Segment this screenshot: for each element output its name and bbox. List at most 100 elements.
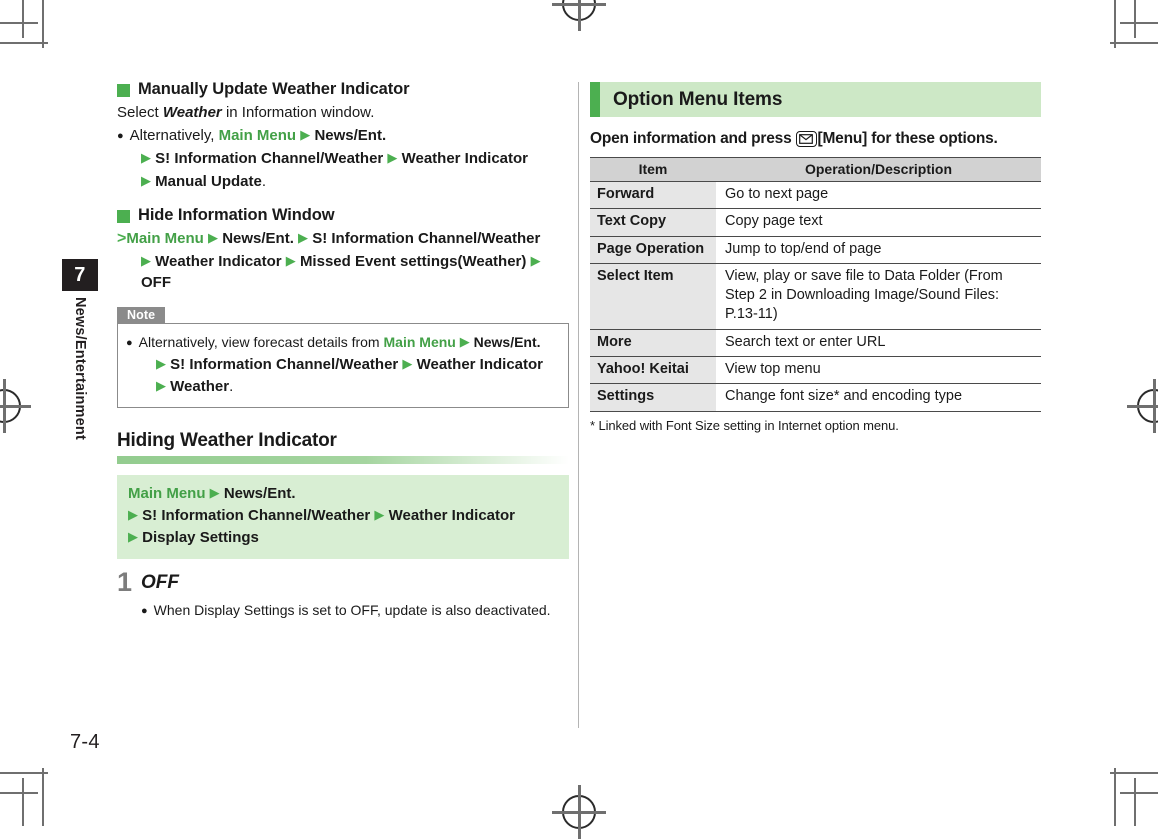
path-main-menu: Main Menu [218, 127, 297, 145]
path-step-5: Manual Update [155, 172, 262, 190]
crop-mark-top-left [0, 0, 120, 120]
section-hide-information-window: Hide Information Window >Main Menu ▶ New… [117, 206, 569, 295]
triangle-icon: ▶ [298, 229, 309, 245]
triangle-icon: ▶ [156, 378, 166, 394]
path-step-4: Weather Indicator [388, 506, 516, 524]
path-line-1: Main Menu ▶ News/Ent. [128, 483, 558, 505]
path-line-2: ▶ Weather Indicator ▶ Missed Event setti… [141, 251, 569, 295]
table-cell-item: More [590, 329, 716, 357]
section-manually-update-weather-indicator: Manually Update Weather Indicator Select… [117, 80, 569, 193]
gt-marker-icon: > [117, 229, 127, 247]
path-period: . [261, 172, 267, 190]
panel-intro-pre: Open information and press [590, 130, 792, 147]
triangle-icon: ▶ [128, 506, 138, 522]
table-cell-description: View top menu [716, 356, 1041, 385]
subsection-heading: Hide Information Window [117, 206, 569, 225]
path-step-4: Weather Indicator [155, 252, 282, 270]
table-cell-description: Search text or enter URL [716, 329, 1041, 357]
triangle-icon: ▶ [156, 355, 166, 371]
subsection-heading: Manually Update Weather Indicator [117, 80, 569, 99]
path-step-5: Weather [170, 378, 230, 396]
triangle-icon: ▶ [141, 150, 151, 166]
instruction-italic: Weather [162, 104, 222, 121]
table-cell-item: Yahoo! Keitai [590, 356, 716, 385]
path-step-2: News/Ent. [222, 229, 294, 247]
page-number: 7-4 [70, 731, 100, 753]
instruction-pre: Select [117, 104, 163, 121]
procedure-step: 1 OFF ● When Display Settings is set to … [117, 566, 569, 620]
path-step-5: Display Settings [142, 528, 259, 546]
subsection-heading-label: Hide Information Window [138, 205, 335, 224]
panel-header: Option Menu Items [590, 82, 1041, 117]
path-step-3: S! Information Channel/Weather [155, 150, 384, 168]
step-number: 1 [117, 566, 133, 597]
registration-mark-top [552, 0, 606, 31]
panel-intro-post: [Menu] for these options. [817, 130, 998, 147]
column-divider [578, 82, 579, 728]
chapter-tab-label: News/Entertainment [72, 297, 88, 440]
table-row: Page Operation Jump to top/end of page [590, 236, 1041, 264]
table-cell-description: Jump to top/end of page [716, 236, 1041, 264]
option-menu-table: Item Operation/Description Forward Go to… [590, 157, 1041, 412]
section-title-rule [117, 456, 569, 465]
note-text-pre: Alternatively, view forecast details fro… [138, 334, 384, 351]
alternative-path-line: ● Alternatively, Main Menu ▶ News/Ent. [117, 125, 569, 147]
path-step-2: News/Ent. [473, 334, 541, 351]
triangle-icon: ▶ [402, 355, 413, 371]
panel-title: Option Menu Items [613, 88, 783, 110]
path-step-4: Weather Indicator [401, 150, 529, 168]
table-row: More Search text or enter URL [590, 329, 1041, 357]
step-note-italic: OFF [350, 601, 377, 618]
path-period: . [229, 378, 234, 396]
table-cell-item: Select Item [590, 263, 716, 330]
instruction-line: Select Weather in Information window. [117, 102, 569, 123]
path-continuation-2: ▶ Manual Update. [141, 171, 569, 193]
table-cell-item: Page Operation [590, 236, 716, 264]
path-step-3: S! Information Channel/Weather [312, 229, 541, 247]
table-cell-description: View, play or save file to Data Folder (… [716, 263, 1041, 330]
triangle-icon: ▶ [459, 334, 470, 350]
step-body: OFF ● When Display Settings is set to OF… [141, 572, 569, 620]
path-step-2: News/Ent. [314, 127, 387, 145]
subsection-heading-label: Manually Update Weather Indicator [138, 80, 410, 98]
table-row: Yahoo! Keitai View top menu [590, 356, 1041, 385]
bullet-dot-icon: ● [141, 604, 148, 617]
table-cell-description: Copy page text [716, 208, 1041, 237]
triangle-icon: ▶ [141, 252, 151, 268]
left-column: Manually Update Weather Indicator Select… [117, 80, 569, 620]
table-header-item: Item [590, 157, 716, 182]
registration-mark-left [0, 379, 31, 433]
green-square-icon [117, 209, 130, 223]
triangle-icon: ▶ [209, 485, 220, 501]
table-row: Settings Change font size* and encoding … [590, 383, 1041, 412]
instruction-post: in Information window. [221, 104, 375, 121]
triangle-icon: ▶ [141, 172, 151, 188]
panel-intro: Open information and press [Menu] for th… [590, 130, 1041, 148]
table-cell-item: Forward [590, 181, 716, 210]
note-line-1: ● Alternatively, view forecast details f… [126, 332, 558, 352]
path-line-3: ▶ Display Settings [128, 527, 558, 549]
path-step-2: News/Ent. [223, 485, 296, 503]
path-step-5: Missed Event settings(Weather) [299, 252, 527, 270]
note-box: Note ● Alternatively, view forecast deta… [117, 306, 569, 409]
registration-mark-right [1127, 379, 1158, 433]
table-cell-description: Go to next page [716, 181, 1041, 210]
triangle-icon: ▶ [300, 127, 311, 143]
note-tab-label: Note [117, 307, 166, 325]
path-step-3: S! Information Channel/Weather [170, 355, 399, 373]
green-square-icon [117, 84, 130, 97]
panel-accent-bar [590, 82, 600, 117]
path-main-menu: Main Menu [128, 485, 206, 503]
note-line-3: ▶ Weather. [156, 376, 558, 398]
alt-prefix: Alternatively, [129, 127, 219, 145]
crop-mark-bottom-right [1038, 696, 1158, 826]
bullet-dot-icon: ● [117, 130, 124, 143]
path-line-1: >Main Menu ▶ News/Ent. ▶ S! Information … [117, 227, 569, 250]
table-row: Text Copy Copy page text [590, 208, 1041, 237]
step-note-pre: When Display Settings is set to [153, 601, 351, 618]
section-title: Hiding Weather Indicator [117, 430, 337, 452]
operation-path-box: Main Menu ▶ News/Ent. ▶ S! Information C… [117, 475, 569, 559]
table-footnote: * Linked with Font Size setting in Inter… [590, 417, 899, 433]
chapter-tab-number: 7 [62, 259, 98, 291]
path-step-4: Weather Indicator [416, 355, 544, 373]
